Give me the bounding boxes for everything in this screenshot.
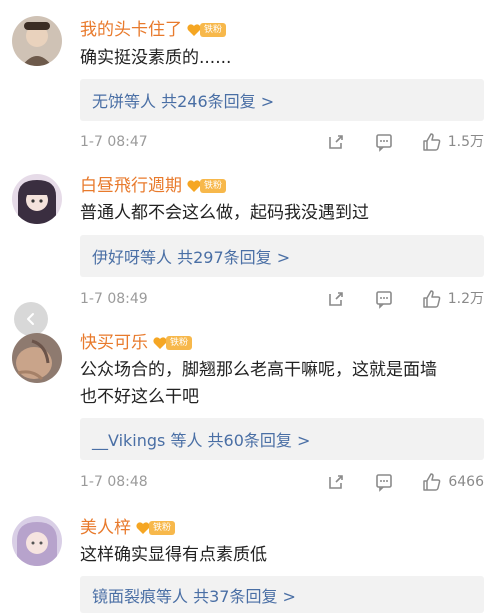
username[interactable]: 快买可乐 (80, 331, 148, 355)
replies-link[interactable]: 无饼等人 共246条回复 > (80, 79, 484, 121)
badge-label: 铁粉 (200, 23, 227, 37)
username[interactable]: 美人梓 (80, 516, 131, 540)
like-icon[interactable] (422, 472, 442, 492)
like-count: 1.5万 (447, 134, 484, 150)
comment-icon[interactable] (374, 472, 394, 492)
like-count: 1.2万 (447, 291, 484, 307)
comment-icon[interactable] (374, 289, 394, 309)
replies-label: 伊好呀等人 共297条回复 > (92, 248, 291, 267)
share-icon[interactable] (326, 472, 346, 492)
like-count: 6466 (448, 474, 484, 490)
fan-badge: 铁粉 (186, 21, 227, 39)
timestamp: 1-7 08:48 (80, 474, 148, 490)
badge-label: 铁粉 (166, 336, 193, 350)
share-icon[interactable] (326, 289, 346, 309)
comment-meta: 1-7 08:47 1.5万 (80, 132, 484, 152)
comment-text-line: 也不好这么干吧 (80, 387, 199, 407)
comment-meta: 1-7 08:48 6466 (80, 472, 484, 492)
replies-label: 镜面裂痕等人 共37条回复 > (92, 586, 296, 606)
comment-text: 普通人都不会这么做，起码我没遇到过 (80, 203, 369, 223)
action-bar: 6466 (326, 472, 484, 492)
username-row: 快买可乐 铁粉 (80, 331, 193, 355)
comment-text: 确实挺没素质的...... (80, 48, 232, 68)
timestamp: 1-7 08:49 (80, 291, 148, 307)
replies-label: __Vikings 等人 共60条回复 > (92, 431, 311, 450)
replies-link[interactable]: 镜面裂痕等人 共37条回复 > (80, 576, 484, 613)
back-button[interactable] (14, 302, 48, 336)
badge-label: 铁粉 (200, 179, 227, 193)
avatar[interactable] (12, 174, 62, 224)
like-icon[interactable] (422, 289, 442, 309)
fan-badge: 铁粉 (152, 334, 193, 352)
share-icon[interactable] (326, 132, 346, 152)
comment-text-line: 公众场合的，脚翘那么老高干嘛呢，这就是面墙 (80, 360, 437, 380)
username-row: 白昼飛行週期 铁粉 (80, 174, 227, 198)
avatar[interactable] (12, 333, 62, 383)
avatar[interactable] (12, 516, 62, 566)
avatar[interactable] (12, 16, 62, 66)
username-row: 美人梓 铁粉 (80, 516, 176, 540)
username[interactable]: 我的头卡住了 (80, 18, 182, 42)
comment-text: 这样确实显得有点素质低 (80, 545, 267, 565)
replies-link[interactable]: __Vikings 等人 共60条回复 > (80, 418, 484, 460)
action-bar: 1.2万 (326, 289, 484, 309)
username-row: 我的头卡住了 铁粉 (80, 18, 227, 42)
badge-label: 铁粉 (149, 521, 176, 535)
timestamp: 1-7 08:47 (80, 134, 148, 150)
fan-badge: 铁粉 (135, 519, 176, 537)
comment-text: 公众场合的，脚翘那么老高干嘛呢，这就是面墙 也不好这么干吧 (80, 357, 480, 411)
like-icon[interactable] (422, 132, 442, 152)
chevron-left-icon (27, 313, 34, 325)
comment-icon[interactable] (374, 132, 394, 152)
replies-label: 无饼等人 共246条回复 > (92, 92, 275, 111)
username[interactable]: 白昼飛行週期 (80, 174, 182, 198)
replies-link[interactable]: 伊好呀等人 共297条回复 > (80, 235, 484, 277)
fan-badge: 铁粉 (186, 177, 227, 195)
action-bar: 1.5万 (326, 132, 484, 152)
comment-meta: 1-7 08:49 1.2万 (80, 289, 484, 309)
